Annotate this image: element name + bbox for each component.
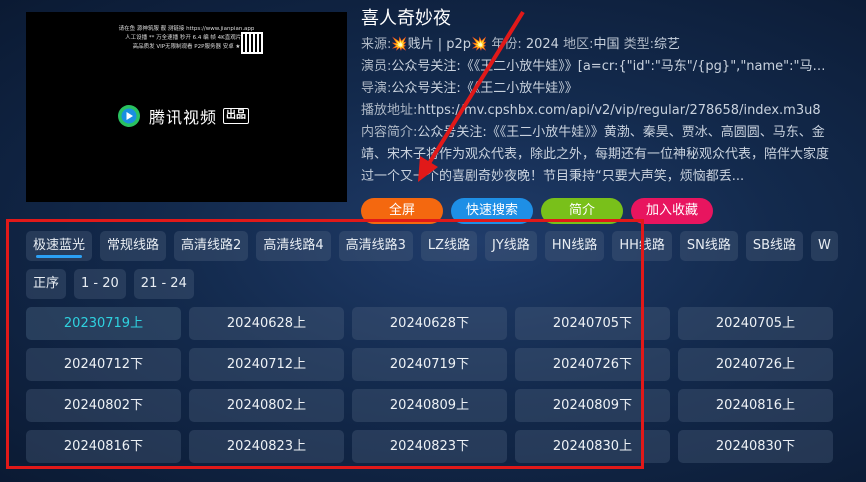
annotation-arrow-icon	[418, 10, 525, 182]
